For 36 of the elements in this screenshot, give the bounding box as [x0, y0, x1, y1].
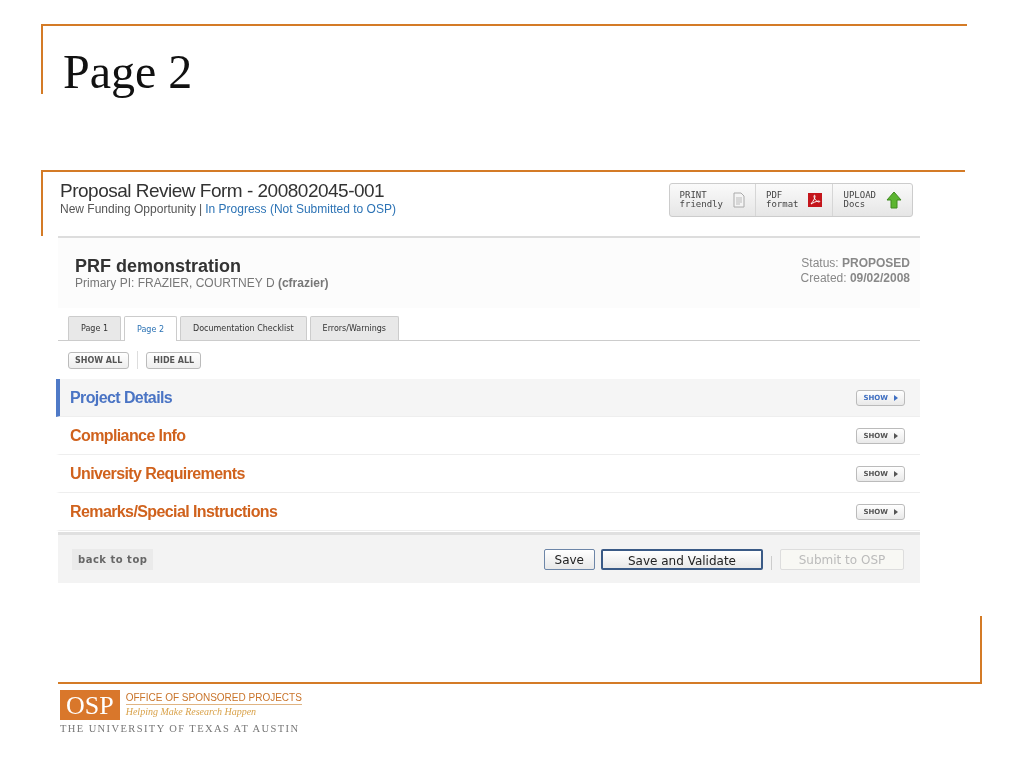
- tagline: Helping Make Research Happen: [125, 705, 258, 719]
- created-date: Created: 09/02/2008: [800, 271, 910, 286]
- project-status: Status: PROPOSED: [800, 256, 910, 271]
- separator: |: [199, 202, 203, 216]
- tab[interactable]: Page 1: [68, 316, 121, 340]
- caret-icon: [894, 394, 898, 401]
- show-all-button[interactable]: SHOW ALL: [68, 351, 130, 369]
- office-name: OFFICE OF SPONSORED PROJECTS: [125, 691, 302, 705]
- document-icon: [732, 192, 745, 208]
- upload-button[interactable]: UPLOAD Docs: [833, 184, 912, 216]
- logo-mark: OSP: [60, 690, 120, 720]
- section-title: University Requirements: [70, 464, 245, 483]
- pdf-icon: [808, 193, 823, 207]
- action-button[interactable]: Save and Validate: [601, 548, 763, 570]
- tab[interactable]: Page 2: [124, 316, 177, 341]
- form-state: In Progress (Not Submitted to OSP): [205, 202, 396, 216]
- form-title: Proposal Review Form - 200802045-001: [60, 180, 386, 202]
- university-name: THE UNIVERSITY OF TEXAS AT AUSTIN: [60, 723, 301, 734]
- print-button[interactable]: PRINT friendly: [669, 184, 756, 216]
- section-title: Remarks/Special Instructions: [70, 502, 278, 521]
- back-to-top-button[interactable]: back to top: [72, 548, 154, 570]
- caret-icon: [894, 508, 898, 515]
- project-name: PRF demonstration: [75, 256, 242, 276]
- caret-icon: [894, 470, 898, 477]
- tab[interactable]: Documentation Checklist: [180, 316, 307, 340]
- section-title: Project Details: [70, 388, 173, 407]
- hide-all-button[interactable]: HIDE ALL: [146, 351, 202, 369]
- tab[interactable]: Errors/Warnings: [309, 316, 399, 340]
- slide-title: Page 2: [62, 44, 194, 98]
- caret-icon: [894, 432, 898, 439]
- up-arrow-icon: [886, 191, 902, 209]
- primary-pi: Primary PI: FRAZIER, COURTNEY D (cfrazier): [75, 276, 329, 290]
- section-title: Compliance Info: [70, 426, 186, 445]
- funding-type: New Funding Opportunity: [60, 202, 197, 216]
- pdf-button[interactable]: PDF format: [755, 184, 834, 216]
- action-button[interactable]: Save: [543, 548, 595, 570]
